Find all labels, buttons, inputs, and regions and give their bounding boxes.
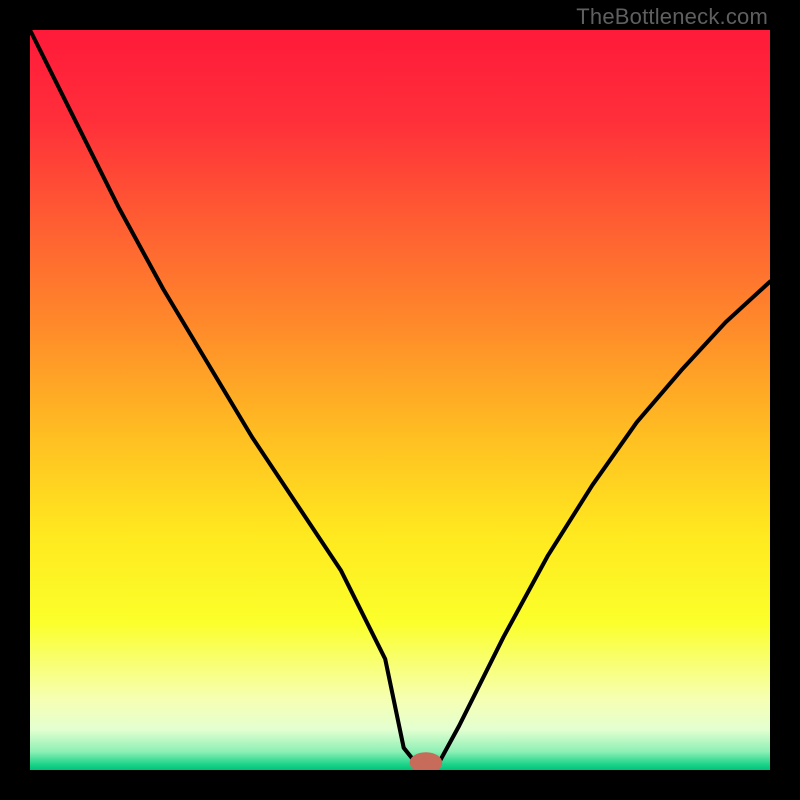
- chart-background: [30, 30, 770, 770]
- chart-plot: [30, 30, 770, 770]
- watermark-text: TheBottleneck.com: [576, 4, 768, 30]
- chart-container: TheBottleneck.com: [0, 0, 800, 800]
